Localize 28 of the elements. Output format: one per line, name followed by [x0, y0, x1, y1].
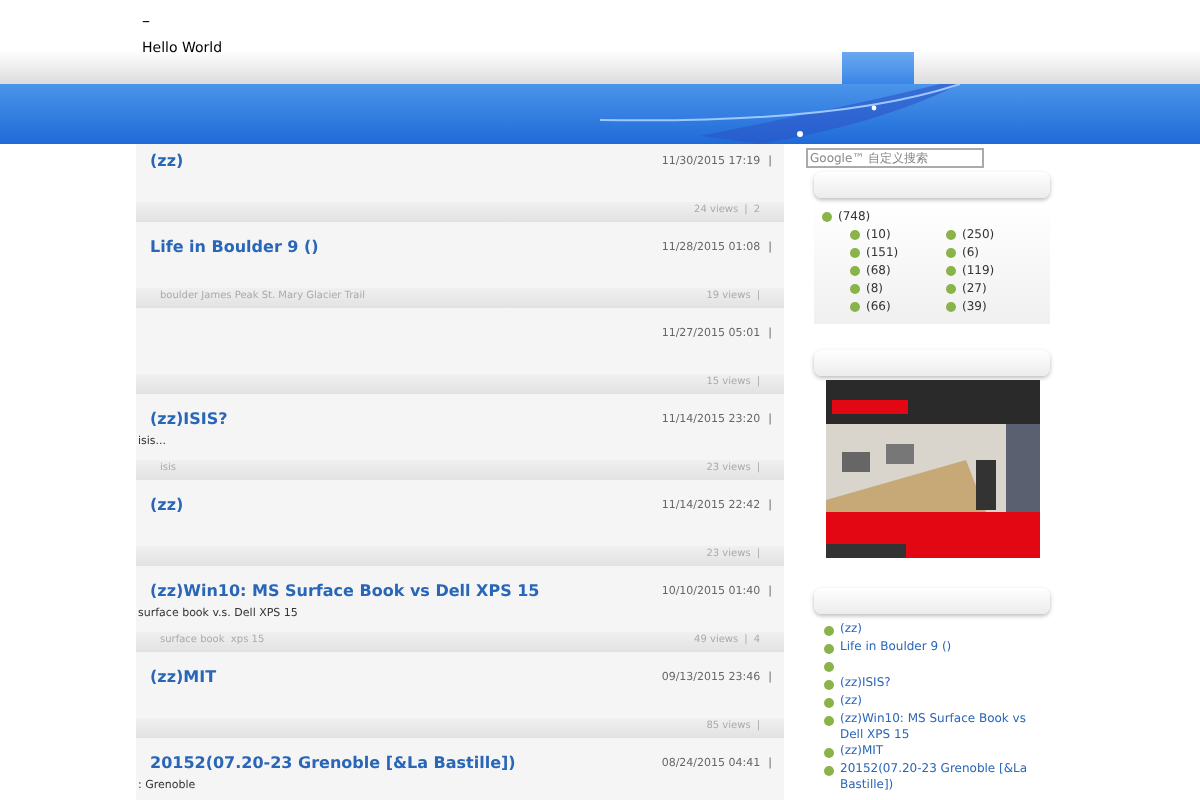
- bullet-icon: [946, 230, 956, 240]
- site-mark: –: [142, 12, 150, 32]
- post-title-link[interactable]: (zz): [150, 494, 184, 518]
- bullet-icon: [850, 230, 860, 240]
- bullet-icon: [946, 248, 956, 258]
- bullet-icon: [824, 698, 834, 708]
- bullet-icon: [824, 716, 834, 726]
- bullet-icon: [850, 302, 860, 312]
- bullet-icon: [824, 626, 834, 636]
- bullet-icon: [850, 284, 860, 294]
- bullet-icon: [824, 662, 834, 672]
- post-title-link[interactable]: Life in Boulder 9 (): [150, 236, 319, 260]
- post-title-link[interactable]: (zz): [150, 150, 184, 174]
- bullet-icon: [946, 284, 956, 294]
- post-title-link[interactable]: (zz)MIT: [150, 666, 217, 690]
- post-title-link[interactable]: (zz)Win10: MS Surface Book vs Dell XPS 15: [150, 580, 540, 604]
- post-title-link[interactable]: 20152(07.20-23 Grenoble [&La Bastille]): [150, 752, 516, 776]
- bullet-icon: [824, 644, 834, 654]
- post-title-link[interactable]: (zz)ISIS?: [150, 408, 228, 432]
- bullet-icon: [824, 680, 834, 690]
- bullet-icon: [850, 266, 860, 276]
- nav-tab-highlight: [842, 52, 914, 84]
- bullet-icon: [946, 266, 956, 276]
- bullet-icon: [824, 748, 834, 758]
- bullet-icon: [946, 302, 956, 312]
- bullet-icon: [850, 248, 860, 258]
- bullet-icon: [824, 766, 834, 776]
- bullet-icon: [822, 212, 832, 222]
